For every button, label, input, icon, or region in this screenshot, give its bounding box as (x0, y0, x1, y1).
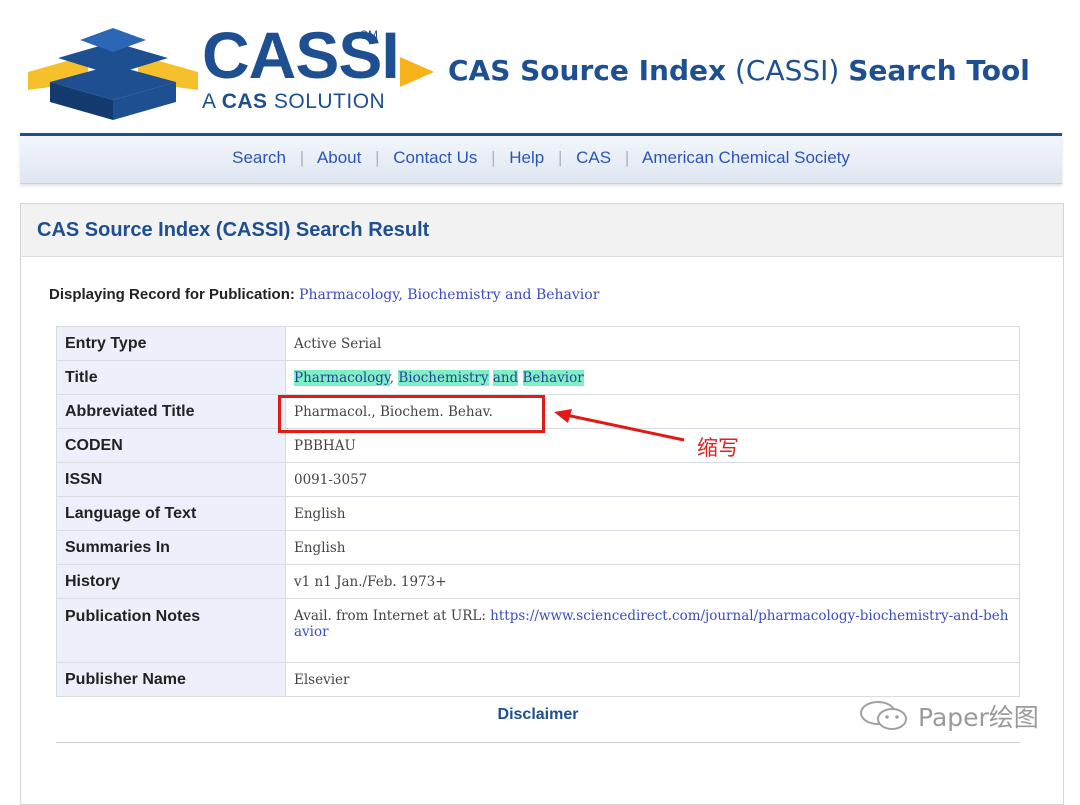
wechat-icon (860, 701, 907, 730)
table-row: Title Pharmacology, Biochemistry and Beh… (56, 360, 1020, 395)
result-heading: CAS Source Index (CASSI) Search Result (21, 204, 1063, 257)
row-label: History (56, 564, 286, 599)
tool-title: CAS Source Index (CASSI) Search Tool (448, 54, 1030, 87)
table-row: CODEN PBBHAU (56, 428, 1020, 463)
row-label: Publication Notes (56, 598, 286, 663)
row-value: Active Serial (285, 326, 1020, 361)
table-row: History v1 n1 Jan./Feb. 1973+ (56, 564, 1020, 599)
nav-cas[interactable]: CAS (576, 148, 611, 167)
row-label: Entry Type (56, 326, 286, 361)
watermark-text: Paper绘图 (918, 703, 1039, 732)
row-label: Summaries In (56, 530, 286, 565)
display-label: Displaying Record for Publication: (49, 286, 295, 303)
service-mark: SM (360, 28, 378, 42)
row-value: Elsevier (285, 662, 1020, 697)
nav-search[interactable]: Search (232, 148, 286, 167)
row-value: 0091-3057 (285, 462, 1020, 497)
nav-separator: | (375, 148, 380, 167)
nav-help[interactable]: Help (509, 148, 544, 167)
site-header: CASSI SM A CAS SOLUTION CAS Source Index… (0, 0, 1080, 134)
row-label: CODEN (56, 428, 286, 463)
play-triangle-icon (400, 57, 434, 87)
top-nav: Search | About | Contact Us | Help | CAS… (20, 133, 1062, 184)
annotation-highlight-box (278, 395, 545, 433)
nav-acs[interactable]: American Chemical Society (642, 148, 850, 167)
row-label: Title (56, 360, 286, 395)
row-value: v1 n1 Jan./Feb. 1973+ (285, 564, 1020, 599)
logo-tagline: A CAS SOLUTION (202, 90, 386, 113)
row-label: Abbreviated Title (56, 394, 286, 429)
row-value: English (285, 496, 1020, 531)
table-row: Entry Type Active Serial (56, 326, 1020, 361)
table-row: Publication Notes Avail. from Internet a… (56, 598, 1020, 663)
nav-separator: | (624, 148, 630, 167)
row-label: ISSN (56, 462, 286, 497)
annotation-arrow-icon (554, 409, 685, 442)
nav-contact-us[interactable]: Contact Us (393, 148, 477, 167)
table-row: Language of Text English (56, 496, 1020, 531)
row-label: Language of Text (56, 496, 286, 531)
table-row: Summaries In English (56, 530, 1020, 565)
table-row: Publisher Name Elsevier (56, 662, 1020, 697)
cassi-logo-text[interactable]: CASSI SM A CAS SOLUTION (202, 22, 400, 114)
publication-notes-value: Avail. from Internet at URL: https://www… (285, 598, 1020, 663)
table-row: ISSN 0091-3057 (56, 462, 1020, 497)
cas-logo-icon (28, 28, 198, 120)
annotation-label: 缩写 (697, 436, 739, 460)
nav-separator: | (299, 148, 305, 167)
row-value: English (285, 530, 1020, 565)
nav-about[interactable]: About (317, 148, 361, 167)
display-record-line: Displaying Record for Publication: Pharm… (49, 286, 599, 303)
record-table: Entry Type Active Serial Title Pharmacol… (56, 326, 1020, 697)
row-label: Publisher Name (56, 662, 286, 697)
nav-separator: | (557, 148, 563, 167)
divider (56, 742, 1020, 743)
title-value: Pharmacology, Biochemistry and Behavior (285, 360, 1020, 395)
nav-separator: | (491, 148, 496, 167)
display-value: Pharmacology, Biochemistry and Behavior (299, 287, 600, 303)
